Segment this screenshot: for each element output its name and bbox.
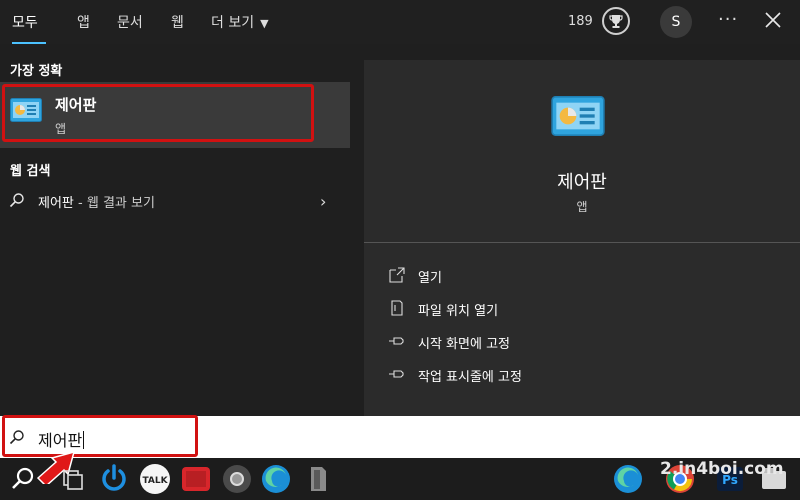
trophy-icon (609, 15, 623, 28)
action-pin-taskbar-label: 작업 표시줄에 고정 (418, 370, 522, 385)
more-options-icon[interactable]: ··· (718, 9, 738, 30)
avatar[interactable]: S (660, 6, 692, 38)
web-result-text: 제어판 - 웹 결과 보기 (38, 192, 155, 211)
chevron-down-icon: ▼ (260, 17, 269, 30)
action-open-label: 열기 (418, 271, 442, 286)
control-panel-large-icon (551, 96, 605, 136)
rewards-icon[interactable] (602, 7, 630, 35)
edge-icon[interactable] (260, 463, 292, 495)
action-pin-start[interactable]: 시작 화면에 고정 (388, 330, 788, 354)
pin-icon (389, 370, 404, 378)
edge-icon[interactable] (612, 463, 644, 495)
action-open-file-location[interactable]: 파일 위치 열기 (388, 297, 788, 321)
tab-more[interactable]: 더 보기 ▼ (211, 12, 269, 32)
web-result-query: 제어판 (38, 196, 74, 211)
tab-more-label: 더 보기 (211, 15, 255, 31)
action-pin-start-label: 시작 화면에 고정 (418, 337, 510, 352)
rewards-points: 189 (568, 14, 593, 29)
tab-documents[interactable]: 문서 (117, 12, 143, 32)
chrome-icon[interactable] (221, 463, 253, 495)
detail-app-name: 제어판 (557, 172, 607, 193)
pin-icon (389, 337, 404, 345)
tab-web[interactable]: 웹 (171, 12, 184, 32)
youtube-icon[interactable] (180, 463, 212, 495)
action-open-file-location-label: 파일 위치 열기 (418, 304, 499, 319)
close-icon[interactable] (763, 10, 783, 30)
app-icon[interactable] (302, 463, 334, 495)
action-open[interactable]: 열기 (388, 264, 788, 288)
highlight-box-best-match (2, 84, 314, 142)
web-search-heading: 웹 검색 (10, 164, 51, 179)
power-icon[interactable] (98, 463, 130, 495)
detail-divider (364, 242, 800, 243)
kakaotalk-icon[interactable]: TALK (139, 463, 171, 495)
kakaotalk-label: TALK (142, 476, 168, 486)
tab-apps[interactable]: 앱 (77, 12, 90, 32)
action-pin-taskbar[interactable]: 작업 표시줄에 고정 (388, 363, 788, 387)
detail-app-type: 앱 (576, 200, 588, 214)
file-location-icon (391, 300, 403, 316)
search-icon (9, 193, 24, 208)
tab-all[interactable]: 모두 (12, 12, 38, 32)
highlight-box-search (2, 415, 198, 457)
web-result-suffix: - 웹 결과 보기 (73, 196, 155, 211)
open-icon (389, 267, 405, 283)
chevron-right-icon[interactable]: › (320, 192, 326, 211)
detail-pane: 제어판 앱 열기 파일 위치 열기 시작 화면에 고정 작업 표시줄에 고정 (364, 60, 800, 416)
watermark-text: 2.in4boi.com (660, 459, 784, 479)
task-view-icon[interactable] (56, 463, 88, 495)
best-match-heading: 가장 정확 (10, 64, 63, 79)
